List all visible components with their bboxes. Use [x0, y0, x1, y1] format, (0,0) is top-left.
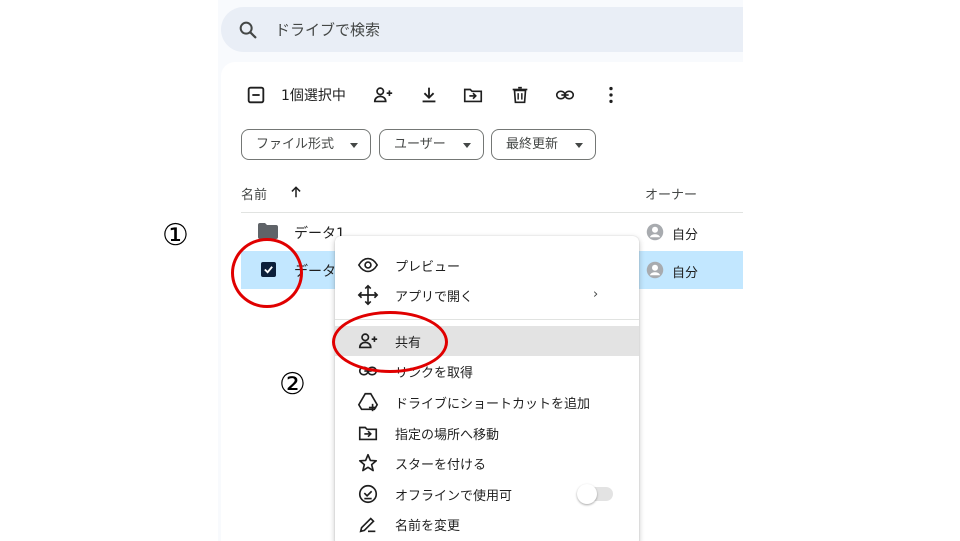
offline-toggle[interactable] [577, 484, 613, 504]
dropdown-caret-icon [350, 143, 358, 148]
download-icon[interactable] [418, 84, 440, 106]
share-icon[interactable] [372, 84, 394, 106]
annotation-circle-share [332, 311, 448, 373]
search-placeholder: ドライブで検索 [275, 21, 381, 39]
menu-item-star[interactable]: スターを付ける [335, 448, 639, 478]
sort-arrow-up-icon[interactable] [289, 185, 303, 199]
more-vert-icon[interactable] [600, 84, 622, 106]
column-header-name[interactable]: 名前 [241, 184, 267, 203]
owner-name: 自分 [672, 266, 699, 281]
open-with-icon [357, 284, 379, 306]
screenshot-stage: ドライブで検索 1個選択中 ファイル形式 ユーザー 最終更新 名前 オーナー デ… [0, 0, 960, 541]
trash-icon[interactable] [509, 84, 531, 106]
filter-label: ファイル形式 [256, 137, 335, 152]
dropdown-caret-icon [575, 143, 583, 148]
move-icon [358, 426, 378, 441]
filter-label: ユーザー [394, 137, 446, 152]
column-header-owner[interactable]: オーナー [645, 184, 697, 203]
menu-item-move[interactable]: 指定の場所へ移動 [335, 418, 639, 448]
menu-item-label: 名前を変更 [395, 519, 461, 534]
menu-item-add-shortcut[interactable]: ドライブにショートカットを追加 [335, 387, 639, 417]
search-bar[interactable]: ドライブで検索 [221, 7, 743, 52]
filter-user[interactable]: ユーザー [379, 129, 484, 160]
folder-icon [258, 223, 278, 239]
offline-icon [358, 484, 378, 504]
link-icon[interactable] [554, 84, 576, 106]
chevron-right-icon: › [593, 287, 599, 302]
filter-last-modified[interactable]: 最終更新 [491, 129, 596, 160]
dropdown-caret-icon [463, 143, 471, 148]
rename-icon [359, 517, 376, 533]
menu-item-label: ドライブにショートカットを追加 [395, 397, 591, 412]
menu-item-label: プレビュー [395, 260, 461, 275]
filter-file-type[interactable]: ファイル形式 [241, 129, 371, 160]
context-menu: プレビュー アプリで開く › 共有 リンクを取得 ドライブにショートカットを追加… [335, 236, 639, 541]
selection-count: 1個選択中 [281, 88, 346, 104]
avatar-icon [646, 261, 664, 279]
owner-name: 自分 [672, 228, 699, 243]
search-icon [239, 21, 257, 39]
eye-icon [357, 257, 379, 273]
star-icon [358, 453, 378, 472]
menu-item-preview[interactable]: プレビュー [335, 250, 639, 280]
menu-item-rename[interactable]: 名前を変更 [335, 509, 639, 539]
menu-item-offline[interactable]: オフラインで使用可 [335, 479, 639, 509]
menu-item-label: スターを付ける [395, 458, 487, 473]
toggle-knob [577, 484, 597, 504]
annotation-step-1: ① [162, 218, 189, 253]
move-icon[interactable] [462, 84, 484, 106]
menu-item-label: オフラインで使用可 [395, 489, 513, 504]
menu-item-label: 指定の場所へ移動 [395, 428, 500, 443]
menu-item-label: アプリで開く [395, 290, 474, 305]
add-shortcut-icon [357, 392, 379, 412]
deselect-icon[interactable] [245, 84, 267, 106]
menu-item-open-with[interactable]: アプリで開く › [335, 280, 639, 310]
filter-label: 最終更新 [506, 137, 559, 152]
annotation-step-2: ② [279, 367, 306, 402]
avatar-icon [646, 223, 664, 241]
annotation-circle-checkbox [231, 238, 303, 308]
